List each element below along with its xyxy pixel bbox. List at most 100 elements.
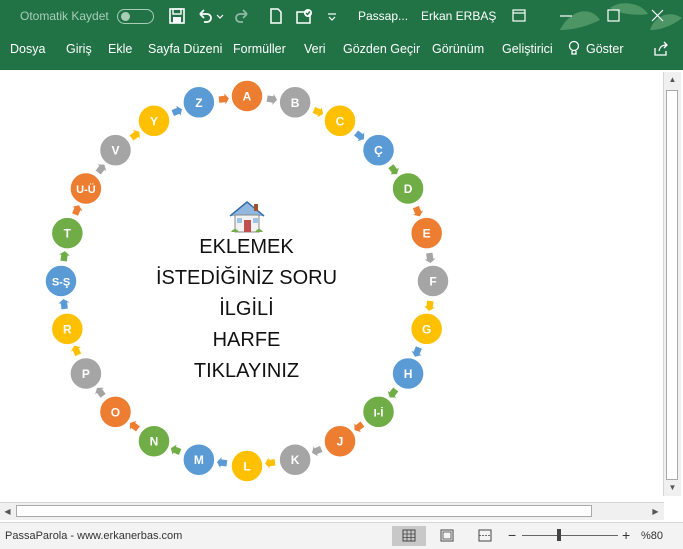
page-layout-icon [440, 529, 454, 542]
letter-label: I-İ [374, 406, 384, 419]
letter-button[interactable]: K [278, 442, 312, 477]
vertical-scrollbar[interactable]: ▲ ▼ [663, 72, 681, 496]
autosave-toggle[interactable] [117, 9, 154, 24]
tab-tell-me[interactable]: Göster [586, 42, 624, 56]
letter-button[interactable]: N [137, 424, 171, 458]
undo-icon[interactable] [195, 6, 215, 26]
zoom-slider-track[interactable] [522, 535, 618, 536]
arrow-icon [72, 205, 83, 216]
letter-button[interactable]: V [98, 133, 133, 167]
letter-label: H [404, 367, 413, 381]
zoom-level[interactable]: %80 [641, 530, 663, 542]
document-title: Passap... [358, 9, 409, 23]
letter-button[interactable]: G [409, 312, 444, 346]
tab-developer[interactable]: Geliştirici [502, 42, 553, 56]
letter-label: M [194, 453, 204, 467]
letter-button[interactable]: B [278, 85, 312, 120]
letter-button[interactable]: R [50, 312, 85, 346]
letter-button[interactable]: H [391, 356, 425, 391]
tab-insert[interactable]: Ekle [108, 42, 132, 56]
tab-data[interactable]: Veri [304, 42, 326, 56]
scroll-left-icon[interactable]: ◀ [0, 503, 15, 520]
letter-button[interactable]: Z [182, 85, 216, 120]
toggle-knob [121, 12, 130, 21]
horizontal-scrollbar[interactable]: ◀ ▶ [0, 502, 664, 520]
tab-review[interactable]: Gözden Geçir [343, 42, 420, 56]
normal-view-button[interactable] [392, 526, 426, 546]
letter-button[interactable]: U-Ü [69, 171, 103, 206]
close-icon[interactable] [646, 6, 668, 26]
autosave-label: Otomatik Kaydet [20, 9, 109, 23]
tab-home[interactable]: Giriş [66, 42, 92, 56]
status-text: PassaParola - www.erkanerbas.com [5, 530, 183, 542]
new-document-icon[interactable] [266, 6, 286, 26]
letter-button[interactable]: S-Ş [44, 264, 78, 298]
tab-view[interactable]: Görünüm [432, 42, 484, 56]
undo-dropdown-icon[interactable] [214, 6, 226, 26]
horizontal-scroll-thumb[interactable] [16, 505, 592, 517]
arrow-icon [58, 298, 70, 310]
scroll-right-icon[interactable]: ▶ [648, 503, 663, 520]
arrow-icon [70, 345, 82, 357]
letter-button[interactable]: D [391, 171, 425, 206]
letter-button[interactable]: L [230, 449, 264, 483]
zoom-out-button[interactable]: − [508, 527, 516, 543]
letter-label: L [243, 460, 250, 474]
arrow-icon [218, 93, 229, 105]
page-break-view-button[interactable] [468, 526, 502, 546]
vertical-scroll-thumb[interactable] [666, 90, 678, 480]
user-name[interactable]: Erkan ERBAŞ [421, 9, 496, 23]
scroll-down-icon[interactable]: ▼ [664, 480, 681, 496]
maximize-icon[interactable] [602, 6, 624, 26]
instruction-line: HARFE [212, 329, 281, 351]
ribbon-tabs: Dosya Giriş Ekle Sayfa Düzeni Formüller … [0, 34, 683, 70]
customize-toolbar-icon[interactable] [326, 6, 338, 26]
letter-button[interactable]: T [50, 216, 85, 250]
letter-button[interactable]: E [409, 216, 444, 250]
sheet-tools-icon[interactable] [294, 6, 314, 26]
letter-button[interactable]: P [69, 356, 103, 391]
letter-label: Ç [374, 144, 383, 158]
page-break-icon [478, 529, 492, 542]
letter-label: D [404, 182, 413, 196]
instruction-line: TIKLAYINIZ [193, 360, 300, 382]
letter-button[interactable]: F [416, 264, 450, 298]
arrow-icon [312, 445, 323, 457]
letter-button[interactable]: J [323, 424, 357, 458]
letter-button[interactable]: M [182, 442, 216, 477]
lightbulb-icon[interactable] [567, 40, 581, 61]
letter-button[interactable]: Y [137, 104, 171, 138]
zoom-in-button[interactable]: + [622, 527, 630, 543]
letter-button[interactable]: Ç [361, 133, 396, 167]
scroll-up-icon[interactable]: ▲ [664, 72, 681, 88]
status-bar: PassaParola - www.erkanerbas.com − + %80 [0, 522, 683, 549]
ribbon-display-options-icon[interactable] [508, 6, 530, 26]
letter-label: Z [195, 96, 202, 110]
home-icon[interactable] [227, 198, 267, 236]
letter-label: C [336, 114, 345, 128]
letter-button[interactable]: I-İ [361, 395, 396, 429]
letter-label: Y [150, 114, 158, 128]
instruction-line: İSTEDİĞİNİZ SORU [155, 267, 338, 289]
arrow-icon [424, 300, 436, 311]
letter-label: K [291, 453, 300, 467]
normal-view-icon [402, 529, 416, 542]
letter-button[interactable]: A [230, 79, 264, 113]
tab-formulas[interactable]: Formüller [233, 42, 286, 56]
letter-label: A [243, 90, 252, 104]
redo-icon[interactable] [232, 6, 252, 26]
page-layout-view-button[interactable] [430, 526, 464, 546]
letter-label: J [337, 435, 344, 449]
letter-label: R [63, 322, 72, 336]
tab-page-layout[interactable]: Sayfa Düzeni [148, 42, 222, 56]
letter-button[interactable]: O [98, 395, 133, 429]
minimize-icon[interactable] [555, 6, 577, 26]
letter-button[interactable]: C [323, 104, 357, 138]
zoom-slider-thumb[interactable] [557, 529, 561, 541]
save-icon[interactable] [167, 6, 187, 26]
tab-file[interactable]: Dosya [10, 42, 45, 56]
letter-label: S-Ş [52, 277, 70, 289]
arrow-icon [266, 93, 278, 105]
share-icon[interactable] [652, 40, 670, 61]
arrow-icon [170, 444, 182, 455]
